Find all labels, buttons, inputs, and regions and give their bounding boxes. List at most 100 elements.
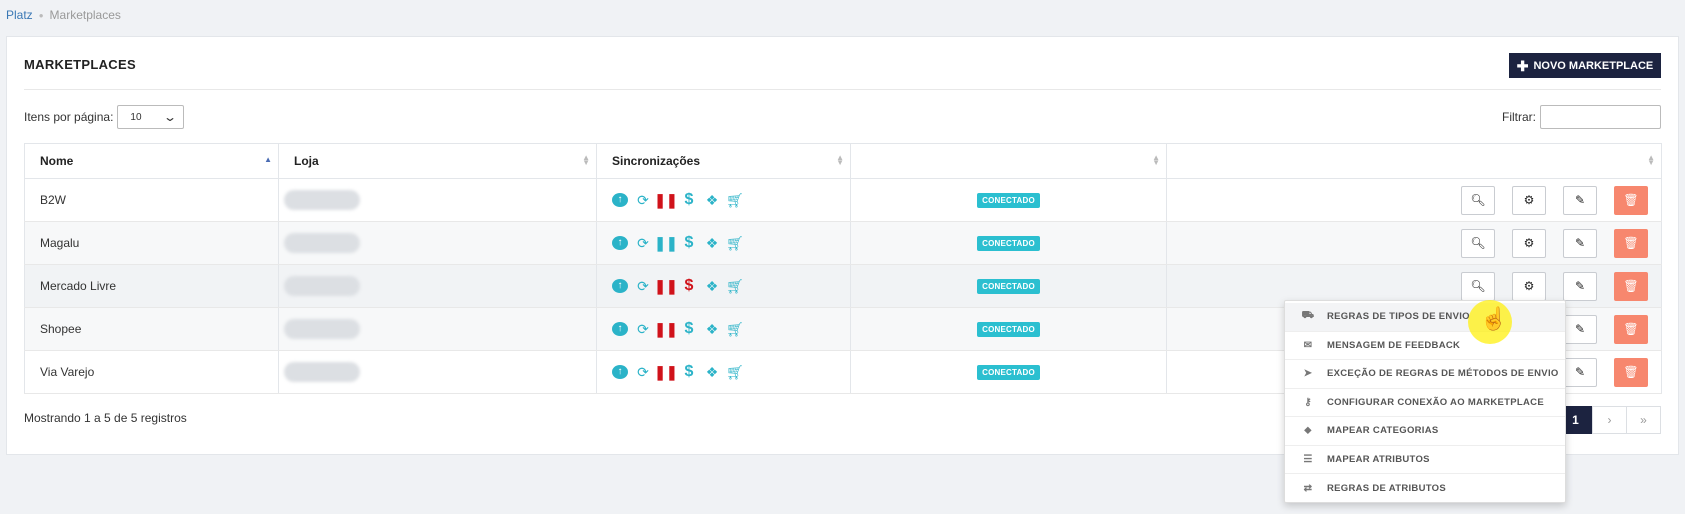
pause-icon[interactable]: ❚❚ — [654, 192, 677, 209]
pause-icon[interactable]: ❚❚ — [654, 278, 677, 295]
marketplace-name: Mercado Livre — [40, 279, 117, 293]
dropbox-icon[interactable]: ❖ — [704, 235, 720, 252]
refresh-icon[interactable]: ⟳ — [635, 364, 651, 381]
menu-item-label: REGRAS DE TIPOS DE ENVIO — [1327, 311, 1470, 323]
dropdown-menu-item[interactable]: ⚷ CONFIGURAR CONEXÃO AO MARKETPLACE — [1285, 389, 1565, 417]
refresh-icon[interactable]: ⟳ — [635, 278, 651, 295]
column-header-store[interactable]: Loja ▲ ▼ — [278, 143, 597, 179]
edit-button[interactable]: ✎ — [1563, 314, 1597, 344]
dropbox-icon[interactable]: ❖ — [704, 321, 720, 338]
column-header-syncs[interactable]: Sincronizações ▲ ▼ — [596, 143, 851, 179]
divider — [24, 89, 1661, 90]
status-badge: CONECTADO — [977, 236, 1040, 251]
sort-icon: ▲ ▼ — [582, 153, 590, 167]
view-button[interactable]: 🔍︎ — [1461, 228, 1495, 258]
breadcrumb: Platz ● Marketplaces — [6, 8, 121, 22]
pagination-info: Mostrando 1 a 5 de 5 registros — [24, 411, 187, 425]
cart-icon[interactable]: 🛒︎ — [726, 321, 744, 338]
cart-icon[interactable]: 🛒︎ — [726, 235, 744, 252]
dollar-icon[interactable]: $ — [681, 191, 697, 209]
trash-icon: 🗑︎ — [1623, 236, 1639, 250]
dropbox-icon[interactable]: ❖ — [704, 364, 720, 381]
dropdown-menu-item[interactable]: ⇄ REGRAS DE ATRIBUTOS — [1285, 474, 1565, 503]
dollar-icon[interactable]: $ — [681, 234, 697, 252]
settings-button[interactable]: ⚙ — [1512, 228, 1546, 258]
delete-button[interactable]: 🗑︎ — [1614, 185, 1648, 215]
dollar-icon[interactable]: $ — [681, 320, 697, 338]
column-header-status[interactable]: ▲ ▼ — [850, 143, 1167, 179]
edit-button[interactable]: ✎ — [1563, 228, 1597, 258]
marketplace-name: B2W — [40, 193, 67, 207]
last-page-button[interactable]: » — [1626, 406, 1661, 434]
cell-actions: 🔍︎ ⚙ ✎ 🗑︎ — [1166, 221, 1662, 265]
dropdown-menu-item[interactable]: ☰ MAPEAR ATRIBUTOS — [1285, 446, 1565, 474]
marketplace-name: Via Varejo — [40, 365, 95, 379]
delete-button[interactable]: 🗑︎ — [1614, 228, 1648, 258]
sort-asc-icon: ▲ — [264, 155, 272, 164]
envelope-icon: ✉ — [1303, 339, 1313, 351]
dollar-icon[interactable]: $ — [681, 363, 697, 381]
delete-button[interactable]: 🗑︎ — [1614, 357, 1648, 387]
search-icon: 🔍︎ — [1470, 236, 1486, 250]
pause-icon[interactable]: ❚❚ — [654, 235, 677, 252]
pause-icon[interactable]: ❚❚ — [654, 364, 677, 381]
dropdown-menu-item[interactable]: ⛟ REGRAS DE TIPOS DE ENVIO — [1285, 303, 1565, 332]
cell-store — [278, 221, 597, 265]
filter-label: Filtrar: — [1502, 110, 1536, 124]
settings-button[interactable]: ⚙ — [1512, 185, 1546, 215]
refresh-icon[interactable]: ⟳ — [635, 321, 651, 338]
table-row: Magalu ↑ ⟳ ❚❚ $ ❖ 🛒︎ CONECTADO 🔍︎ ⚙ ✎ 🗑︎ — [24, 221, 1662, 265]
plus-icon: ✚ — [1516, 57, 1529, 74]
pause-icon[interactable]: ❚❚ — [654, 321, 677, 338]
cell-name: Mercado Livre — [24, 264, 279, 308]
view-button[interactable]: 🔍︎ — [1461, 271, 1495, 301]
exchange-icon: ⇄ — [1303, 482, 1313, 494]
send-icon: ➤ — [1303, 368, 1313, 380]
upload-icon[interactable]: ↑ — [612, 236, 628, 250]
upload-icon[interactable]: ↑ — [612, 193, 628, 207]
cell-store — [278, 264, 597, 308]
next-page-button[interactable]: › — [1592, 406, 1627, 434]
trash-icon: 🗑︎ — [1623, 193, 1639, 207]
edit-button[interactable]: ✎ — [1563, 185, 1597, 215]
new-marketplace-button[interactable]: ✚ NOVO MARKETPLACE — [1509, 53, 1661, 78]
dollar-icon[interactable]: $ — [681, 277, 697, 295]
hand-cursor-icon: ☝ — [1480, 306, 1508, 331]
filter-input[interactable] — [1540, 105, 1661, 129]
cart-icon[interactable]: 🛒︎ — [726, 278, 744, 295]
sort-icon: ▲ ▼ — [1647, 153, 1655, 167]
cell-name: Shopee — [24, 307, 279, 351]
breadcrumb-root-link[interactable]: Platz — [6, 8, 33, 22]
column-header-actions[interactable]: ▲ ▼ — [1166, 143, 1662, 179]
refresh-icon[interactable]: ⟳ — [635, 192, 651, 209]
per-page-select[interactable]: 10 ⌄ — [117, 105, 185, 129]
truck-icon: ⛟ — [1301, 310, 1315, 322]
upload-icon[interactable]: ↑ — [612, 365, 628, 379]
view-button[interactable]: 🔍︎ — [1461, 185, 1495, 215]
filter-control: Filtrar: — [1502, 105, 1661, 129]
search-icon: 🔍︎ — [1470, 193, 1486, 207]
list-icon: ☰ — [1303, 453, 1313, 465]
table-row: B2W ↑ ⟳ ❚❚ $ ❖ 🛒︎ CONECTADO 🔍︎ ⚙ ✎ 🗑︎ — [24, 178, 1662, 222]
delete-button[interactable]: 🗑︎ — [1614, 314, 1648, 344]
edit-button[interactable]: ✎ — [1563, 357, 1597, 387]
settings-button[interactable]: ⚙ — [1512, 271, 1546, 301]
refresh-icon[interactable]: ⟳ — [635, 235, 651, 252]
cell-store — [278, 178, 597, 222]
cart-icon[interactable]: 🛒︎ — [726, 364, 744, 381]
cart-icon[interactable]: 🛒︎ — [726, 192, 744, 209]
dropbox-icon[interactable]: ❖ — [704, 278, 720, 295]
delete-button[interactable]: 🗑︎ — [1614, 271, 1648, 301]
column-header-name[interactable]: Nome ▲ — [24, 143, 279, 179]
per-page-value: 10 — [130, 111, 142, 123]
cell-syncs: ↑ ⟳ ❚❚ $ ❖ 🛒︎ — [596, 264, 851, 308]
dropdown-menu-item[interactable]: ⬥ MAPEAR CATEGORIAS — [1285, 417, 1565, 446]
edit-button[interactable]: ✎ — [1563, 271, 1597, 301]
upload-icon[interactable]: ↑ — [612, 279, 628, 293]
dropbox-icon[interactable]: ❖ — [704, 192, 720, 209]
cell-status: CONECTADO — [850, 264, 1167, 308]
menu-item-label: MENSAGEM DE FEEDBACK — [1327, 339, 1461, 351]
dropdown-menu-item[interactable]: ✉ MENSAGEM DE FEEDBACK — [1285, 332, 1565, 360]
dropdown-menu-item[interactable]: ➤ EXCEÇÃO DE REGRAS DE MÉTODOS DE ENVIO — [1285, 360, 1565, 389]
upload-icon[interactable]: ↑ — [612, 322, 628, 336]
